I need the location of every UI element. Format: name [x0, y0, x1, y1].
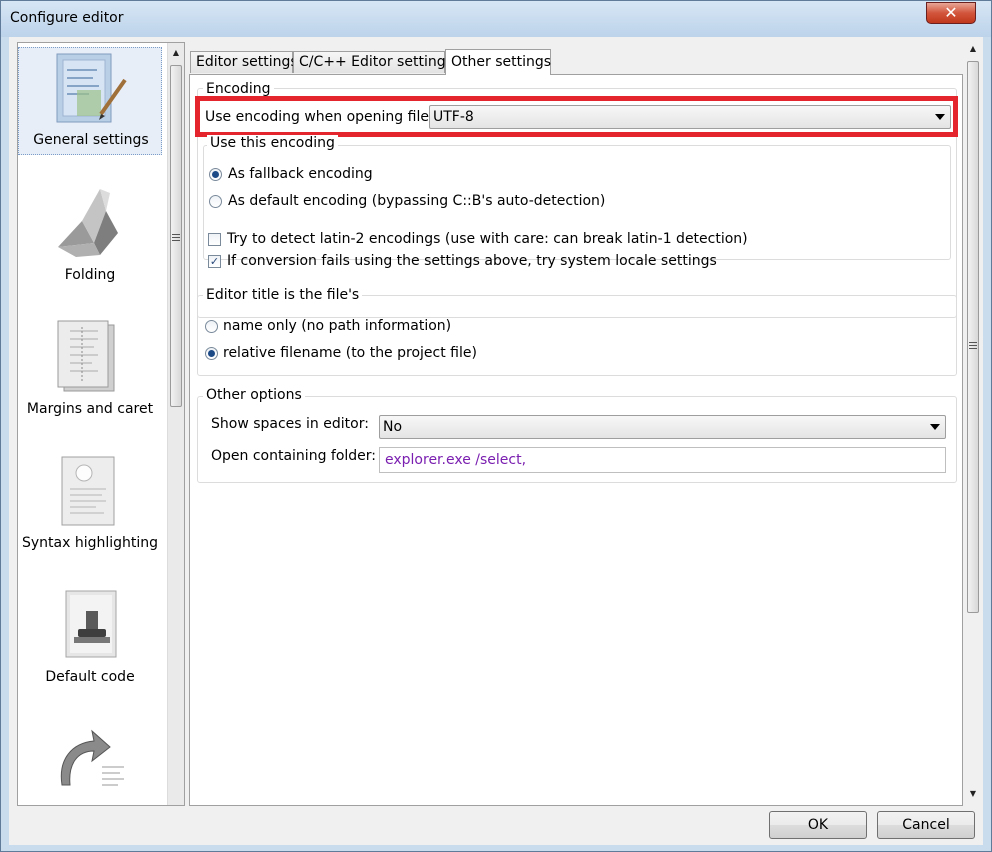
- scrollbar-thumb[interactable]: [967, 61, 979, 613]
- settings-panel: Editor settings C/C++ Editor settings Ot…: [187, 37, 983, 806]
- category-label: Folding: [64, 267, 116, 283]
- editor-title-group-label: Editor title is the file's: [203, 287, 363, 303]
- system-locale-checkbox[interactable]: ✓: [208, 255, 221, 268]
- tab-other-settings[interactable]: Other settings: [445, 49, 551, 75]
- category-list: General settings Folding Margins and car…: [17, 42, 185, 806]
- tab-cpp-editor-settings[interactable]: C/C++ Editor settings: [293, 51, 453, 73]
- fallback-encoding-radio[interactable]: [209, 168, 222, 181]
- window-title: Configure editor: [10, 10, 124, 26]
- tab-editor-settings[interactable]: Editor settings: [190, 51, 298, 73]
- default-encoding-label[interactable]: As default encoding (bypassing C::B's au…: [228, 193, 605, 209]
- category-default-code[interactable]: Default code: [18, 585, 162, 695]
- chevron-down-icon: [930, 424, 940, 430]
- category-label: Margins and caret: [26, 401, 154, 417]
- show-spaces-label: Show spaces in editor:: [211, 416, 369, 432]
- encoding-value: UTF-8: [433, 109, 474, 125]
- category-label: Syntax highlighting: [21, 535, 159, 551]
- dialog-client-area: General settings Folding Margins and car…: [9, 37, 983, 845]
- editor-title-group: [197, 295, 957, 376]
- category-abbreviations[interactable]: [18, 719, 162, 805]
- scroll-up-icon[interactable]: ▲: [168, 45, 184, 61]
- show-spaces-select[interactable]: No: [379, 415, 946, 439]
- category-label: Default code: [45, 669, 135, 685]
- relative-filename-radio[interactable]: [205, 347, 218, 360]
- chevron-down-icon: [935, 114, 945, 120]
- category-scrollbar[interactable]: ▲: [167, 43, 184, 805]
- category-label: General settings: [33, 132, 149, 148]
- category-general-settings[interactable]: General settings: [18, 47, 162, 155]
- default-code-icon: [65, 590, 117, 658]
- system-locale-label[interactable]: If conversion fails using the settings a…: [227, 253, 717, 269]
- scrollbar-thumb[interactable]: [170, 65, 182, 407]
- latin2-label[interactable]: Try to detect latin-2 encodings (use wit…: [227, 231, 748, 247]
- other-settings-page: Encoding Use encoding when opening files…: [189, 74, 963, 806]
- abbreviations-icon: [60, 729, 124, 786]
- title-bar[interactable]: Configure editor ✕: [1, 1, 991, 37]
- name-only-label[interactable]: name only (no path information): [223, 318, 451, 334]
- open-folder-input[interactable]: explorer.exe /select,: [379, 447, 946, 473]
- close-icon: ✕: [944, 3, 958, 22]
- grip-icon: [969, 342, 977, 349]
- scroll-down-icon[interactable]: ▼: [965, 786, 981, 802]
- latin2-checkbox[interactable]: [208, 233, 221, 246]
- margins-icon: [57, 320, 115, 392]
- default-encoding-radio[interactable]: [209, 195, 222, 208]
- checkmark-icon: ✓: [209, 255, 220, 268]
- other-options-group-label: Other options: [203, 387, 305, 403]
- configure-editor-window: Configure editor ✕ General settings Fold…: [0, 0, 992, 852]
- cancel-button[interactable]: Cancel: [877, 811, 975, 839]
- grip-icon: [172, 234, 180, 241]
- close-button[interactable]: ✕: [926, 2, 976, 24]
- use-this-encoding-label: Use this encoding: [207, 135, 338, 151]
- settings-scrollbar[interactable]: ▲ ▼: [965, 37, 982, 802]
- fallback-encoding-label[interactable]: As fallback encoding: [228, 166, 373, 182]
- encoding-group-label: Encoding: [203, 81, 274, 97]
- open-folder-value: explorer.exe /select,: [385, 452, 527, 468]
- general-settings-icon: [56, 53, 127, 123]
- ok-button[interactable]: OK: [769, 811, 867, 839]
- relative-filename-label[interactable]: relative filename (to the project file): [223, 345, 477, 361]
- category-syntax-highlighting[interactable]: Syntax highlighting: [18, 451, 162, 561]
- use-encoding-label: Use encoding when opening files:: [205, 109, 441, 125]
- syntax-highlighting-icon: [61, 456, 115, 526]
- open-folder-label: Open containing folder:: [211, 448, 377, 464]
- name-only-radio[interactable]: [205, 320, 218, 333]
- category-margins-and-caret[interactable]: Margins and caret: [18, 317, 162, 427]
- category-folding[interactable]: Folding: [18, 183, 162, 293]
- scroll-up-icon[interactable]: ▲: [965, 41, 981, 57]
- encoding-select[interactable]: UTF-8: [429, 105, 951, 129]
- show-spaces-value: No: [383, 419, 403, 435]
- folding-icon: [58, 189, 118, 257]
